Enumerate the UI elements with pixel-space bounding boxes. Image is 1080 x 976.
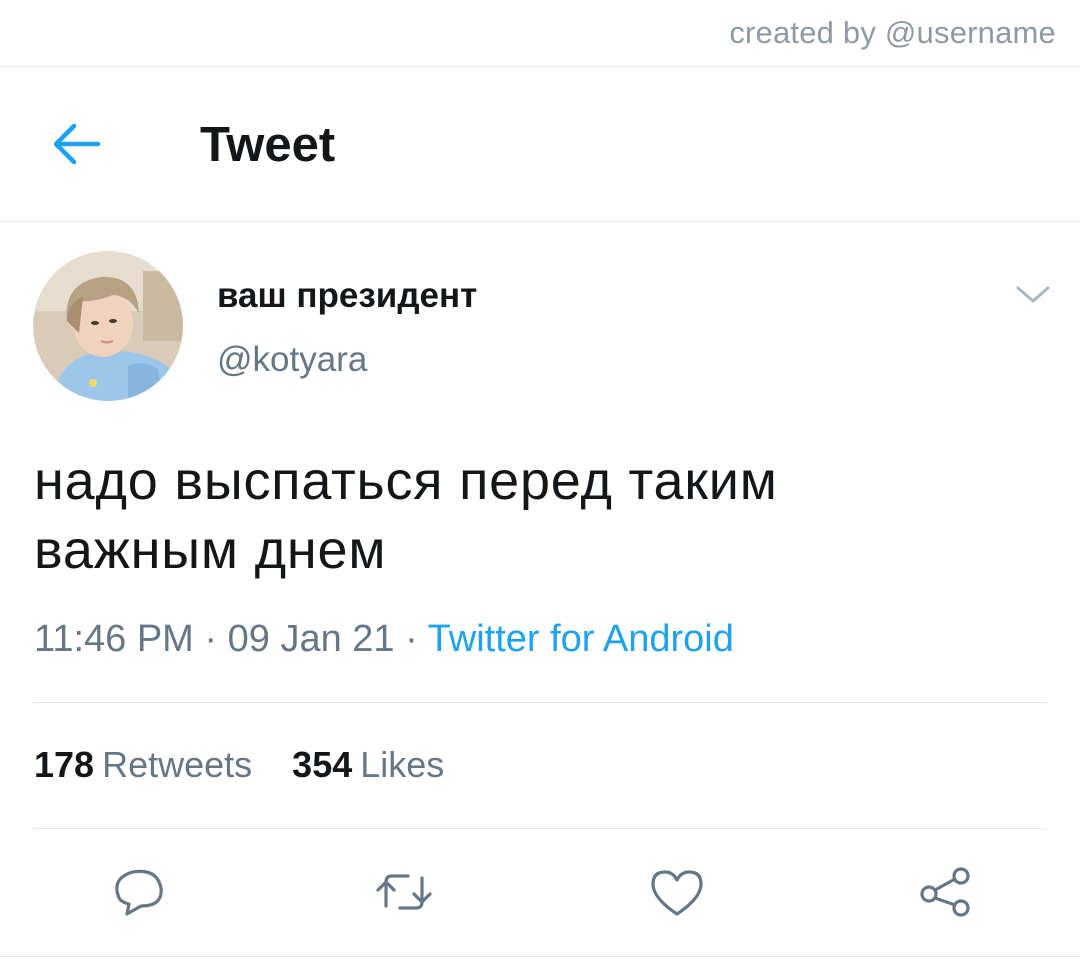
credit-bar: created by @username [0, 0, 1080, 67]
likes-label: Likes [360, 744, 445, 785]
reply-button[interactable] [105, 860, 169, 924]
back-button[interactable] [48, 119, 104, 169]
tweet-stats: 178 Retweets 354 Likes [34, 744, 474, 786]
tweet-time: 11:46 PM [34, 618, 194, 660]
divider [34, 702, 1047, 703]
page-header: Tweet [0, 67, 1080, 222]
retweet-icon [372, 860, 436, 924]
tweet-source-link[interactable]: Twitter for Android [428, 618, 734, 660]
tweet-meta: 11:46 PM · 09 Jan 21 · Twitter for Andro… [34, 618, 734, 661]
tweet-text-line: важным днем [34, 520, 387, 580]
retweets-count: 178 [34, 744, 95, 785]
likes-count: 354 [292, 744, 353, 785]
tweet-text: надо выспаться перед таким важным днем [34, 447, 1044, 585]
likes-stat[interactable]: 354 Likes [292, 744, 444, 786]
heart-icon [645, 860, 709, 924]
tweet-text-line: надо выспаться перед таким [34, 451, 778, 511]
bottom-divider [0, 956, 1080, 957]
avatar[interactable] [33, 251, 183, 401]
credit-text: created by @username [729, 15, 1056, 50]
tweet-actions [0, 860, 1080, 930]
more-options-button[interactable] [1012, 280, 1054, 308]
retweets-label: Retweets [102, 744, 253, 785]
share-icon [915, 860, 979, 924]
reply-icon [105, 860, 169, 924]
tweet-detail-page: created by @username Tweet ваш президент… [0, 0, 1080, 976]
page-title: Tweet [200, 118, 336, 172]
meta-separator: · [405, 618, 418, 660]
divider [34, 828, 1047, 829]
retweets-stat[interactable]: 178 Retweets [34, 744, 252, 786]
meta-separator: · [204, 618, 218, 660]
tweet-date: 09 Jan 21 [227, 618, 395, 660]
like-button[interactable] [645, 860, 709, 924]
arrow-left-icon [48, 119, 104, 169]
chevron-down-icon [1012, 280, 1054, 308]
retweet-button[interactable] [372, 860, 436, 924]
share-button[interactable] [915, 860, 979, 924]
author-display-name[interactable]: ваш президент [217, 276, 477, 316]
author-handle[interactable]: @kotyara [217, 340, 367, 380]
